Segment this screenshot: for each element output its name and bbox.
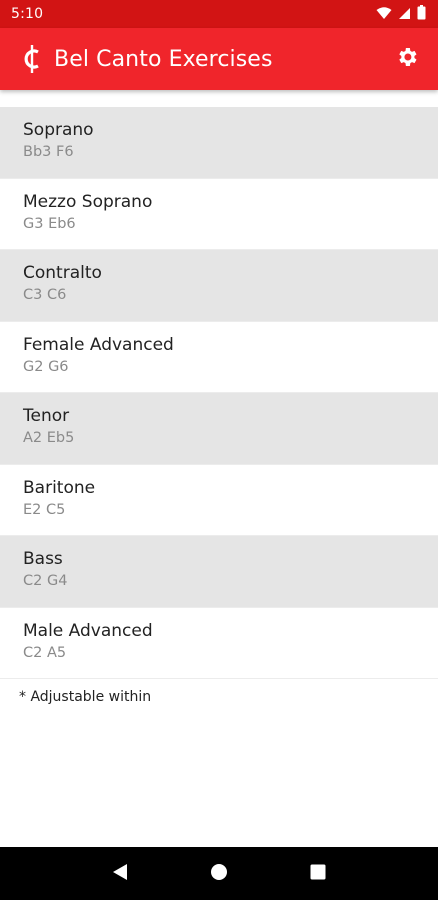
voice-range: C3 C6	[23, 287, 67, 303]
app-title: Bel Canto Exercises	[54, 46, 273, 72]
voice-name: Female Advanced	[23, 334, 174, 355]
settings-button[interactable]	[393, 45, 421, 73]
voice-range: C2 G4	[23, 573, 68, 589]
home-icon	[210, 863, 228, 885]
voice-range: A2 Eb5	[23, 430, 75, 446]
voice-name: Soprano	[23, 120, 94, 140]
recents-button[interactable]	[303, 859, 333, 889]
status-time: 5:10	[11, 6, 44, 22]
app-bar: Bel Canto Exercises	[0, 28, 438, 90]
voice-name: Bass	[23, 549, 63, 569]
voice-type-list: Soprano Bb3 F6 Mezzo Soprano G3 Eb6 Cont…	[0, 107, 438, 679]
list-item-contralto[interactable]: Contralto C3 C6	[0, 250, 438, 322]
back-button[interactable]	[105, 859, 135, 889]
list-item-female-advanced[interactable]: Female Advanced G2 G6	[0, 322, 438, 393]
navigation-bar	[0, 847, 438, 900]
list-item-soprano[interactable]: Soprano Bb3 F6	[0, 107, 438, 179]
battery-icon	[417, 4, 426, 24]
voice-range: E2 C5	[23, 501, 66, 518]
voice-name: Tenor	[23, 406, 70, 426]
voice-name: Contralto	[23, 263, 102, 283]
signal-icon	[398, 5, 411, 24]
wifi-icon	[376, 5, 392, 24]
status-icons	[376, 4, 426, 24]
voice-name: Baritone	[23, 477, 96, 498]
home-button[interactable]	[204, 859, 234, 889]
list-item-tenor[interactable]: Tenor A2 Eb5	[0, 393, 438, 465]
list-item-mezzo-soprano[interactable]: Mezzo Soprano G3 Eb6	[0, 179, 438, 250]
voice-range: Bb3 F6	[23, 144, 74, 160]
recents-icon	[310, 864, 326, 884]
voice-range: C2 A5	[23, 644, 67, 661]
voice-range: G3 Eb6	[23, 215, 76, 232]
list-item-baritone[interactable]: Baritone E2 C5	[0, 465, 438, 536]
cent-sign-icon	[20, 42, 44, 76]
footnote: * Adjustable within	[19, 689, 152, 705]
back-icon	[112, 863, 128, 885]
status-bar: 5:10	[0, 0, 438, 28]
voice-range: G2 G6	[23, 358, 69, 375]
voice-name: Male Advanced	[23, 620, 153, 641]
list-item-male-advanced[interactable]: Male Advanced C2 A5	[0, 608, 438, 679]
voice-name: Mezzo Soprano	[23, 191, 153, 212]
list-item-bass[interactable]: Bass C2 G4	[0, 536, 438, 608]
gear-icon	[395, 45, 419, 73]
